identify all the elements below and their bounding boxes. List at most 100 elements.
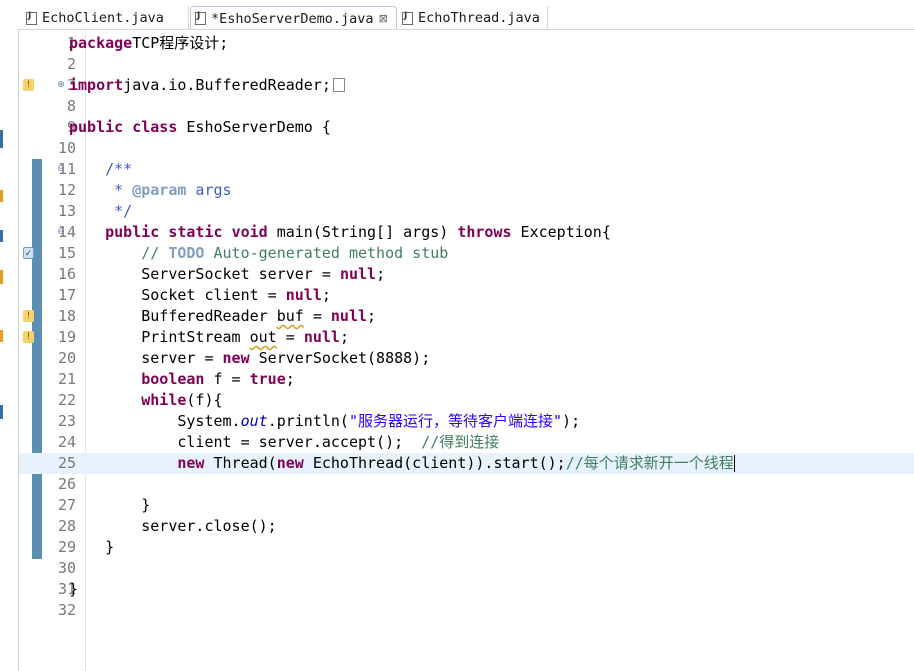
code-token: ; — [367, 307, 377, 325]
code-editor[interactable]: 1 packageTCP程序设计; 2! 3 ⊕ importjava.io.Buffer… — [18, 30, 914, 671]
code-line[interactable]: ✓ 15 // TODO Auto-generated method stub — [19, 243, 914, 264]
code-line[interactable]: 17 Socket client = null; — [19, 285, 914, 306]
code-text: public static void main(String[] args) t… — [69, 222, 611, 243]
code-line[interactable]: 32 — [19, 600, 914, 621]
left-view-marker — [0, 130, 3, 148]
tab-echoclient[interactable]: EchoClient.java — [22, 6, 189, 30]
code-line[interactable]: 8 — [19, 96, 914, 117]
close-tab-icon[interactable]: ⊠ — [379, 12, 388, 25]
fold-collapse-icon[interactable]: ⊖ — [57, 228, 65, 237]
code-line[interactable]: 13 */ — [19, 201, 914, 222]
code-token: } — [69, 580, 79, 598]
code-line[interactable]: 26 — [19, 474, 914, 495]
code-token: null — [330, 307, 368, 325]
code-token: static — [168, 223, 223, 241]
code-token: new — [177, 454, 205, 472]
code-token: /** — [105, 160, 133, 178]
code-line[interactable]: 29 } — [19, 537, 914, 558]
code-line[interactable]: 1 packageTCP程序设计; — [19, 33, 914, 54]
code-text: while(f){ — [69, 390, 223, 411]
code-line[interactable]: 27 } — [19, 495, 914, 516]
code-token: .println( — [267, 412, 349, 430]
code-token: new — [222, 349, 250, 367]
text-caret — [733, 455, 735, 472]
code-line[interactable]: ! 3 ⊕ importjava.io.BufferedReader; — [19, 75, 914, 96]
code-token: server.close(); — [69, 517, 277, 535]
line-number: 26 — [57, 475, 76, 493]
code-line[interactable]: 24 client = server.accept(); //得到连接 — [19, 432, 914, 453]
code-line[interactable]: 11 ⊖ /** — [19, 159, 914, 180]
task-icon[interactable]: ✓ — [23, 247, 34, 259]
code-token: TODO — [168, 244, 205, 262]
tab-label: EchoThread.java — [418, 10, 540, 26]
code-text: } — [69, 579, 78, 600]
code-line[interactable]: 2 — [19, 54, 914, 75]
code-line[interactable]: 22 while(f){ — [19, 390, 914, 411]
code-line[interactable]: 21 boolean f = true; — [19, 369, 914, 390]
code-line[interactable]: 20 server = new ServerSocket(8888); — [19, 348, 914, 369]
code-line[interactable]: 23 System.out.println("服务器运行，等待客户端连接"); — [19, 411, 914, 432]
code-text: * @param args — [69, 180, 232, 201]
code-text: } — [69, 537, 114, 558]
warning-icon[interactable]: ! — [23, 331, 34, 343]
code-line[interactable]: 28 server.close(); — [19, 516, 914, 537]
left-view-marker — [0, 330, 3, 342]
warning-icon[interactable]: ! — [23, 310, 34, 322]
code-token: boolean — [141, 370, 205, 388]
code-token: (f){ — [186, 391, 223, 409]
left-view-marker — [0, 230, 3, 242]
code-token: PrintStream — [69, 328, 250, 346]
code-token: java.io.BufferedReader; — [123, 76, 331, 94]
java-file-icon — [26, 11, 37, 25]
line-number: 32 — [57, 601, 76, 619]
code-line[interactable]: 10 — [19, 138, 914, 159]
tab-eshoserverdemo[interactable]: *EshoServerDemo.java ⊠ — [190, 6, 397, 30]
code-token: Auto-generated method stub — [204, 244, 449, 262]
java-file-icon — [195, 11, 206, 25]
code-token: * — [114, 181, 133, 199]
code-token: args — [186, 181, 232, 199]
code-text: } — [69, 495, 150, 516]
code-token: null — [285, 286, 322, 304]
code-token: ; — [321, 286, 331, 304]
code-token: null — [339, 265, 377, 283]
code-token: EshoServerDemo { — [177, 118, 331, 136]
code-token: package — [69, 34, 133, 52]
code-line[interactable]: 30 — [19, 558, 914, 579]
code-text: server.close(); — [69, 516, 277, 537]
java-file-icon — [402, 11, 413, 25]
code-line[interactable]: ! 18 BufferedReader buf = null; — [19, 306, 914, 327]
code-text: ServerSocket server = null; — [69, 264, 385, 285]
code-token: } — [69, 496, 151, 514]
fold-expand-icon[interactable]: ⊕ — [57, 81, 65, 90]
fold-collapse-icon[interactable]: ⊖ — [57, 165, 65, 174]
code-line[interactable]: 31} — [19, 579, 914, 600]
code-line[interactable]: ! 19 PrintStream out = null; — [19, 327, 914, 348]
code-token: out — [249, 328, 277, 346]
code-token: f = — [204, 370, 250, 388]
editor-tab-bar: EchoClient.java *EshoServerDemo.java ⊠ E… — [0, 0, 914, 30]
tab-echothread[interactable]: EchoThread.java — [398, 6, 548, 30]
warning-icon[interactable]: ! — [23, 79, 34, 91]
code-text: BufferedReader buf = null; — [69, 306, 376, 327]
left-view-marker — [0, 405, 3, 419]
code-text: client = server.accept(); //得到连接 — [69, 432, 499, 453]
code-line[interactable]: 25 new Thread(new EchoThread(client)).st… — [19, 453, 914, 474]
code-line[interactable]: 14 ⊖ public static void main(String[] arg… — [19, 222, 914, 243]
left-view-edge — [0, 30, 18, 671]
code-token: ; — [376, 265, 386, 283]
folded-region-icon[interactable] — [332, 77, 345, 92]
code-line[interactable]: 9 public class EshoServerDemo { — [19, 117, 914, 138]
code-token: BufferedReader — [69, 307, 277, 325]
code-line[interactable]: 16 ServerSocket server = null; — [19, 264, 914, 285]
code-line[interactable]: 12 * @param args — [19, 180, 914, 201]
code-text: packageTCP程序设计; — [69, 33, 228, 54]
code-text: public class EshoServerDemo { — [69, 117, 331, 138]
code-text: /** — [69, 159, 132, 180]
code-token: = — [303, 307, 331, 325]
code-token: Exception{ — [511, 223, 611, 241]
